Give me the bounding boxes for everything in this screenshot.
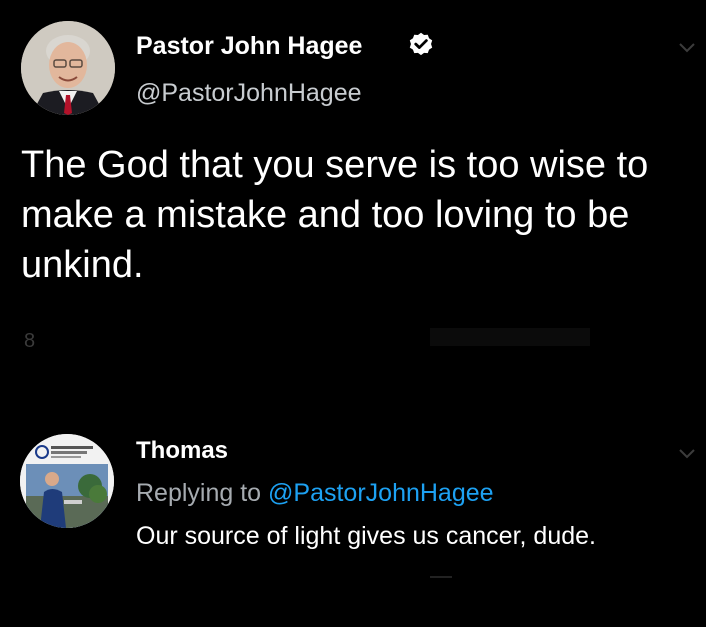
- faded-stat-bar: [430, 328, 590, 346]
- faded-divider: [430, 576, 452, 578]
- author-display-name[interactable]: Pastor John Hagee: [136, 32, 362, 61]
- replying-to-mention[interactable]: @PastorJohnHagee: [268, 479, 494, 507]
- author-handle[interactable]: @PastorJohnHagee: [136, 79, 362, 108]
- reply-author-display-name[interactable]: Thomas: [136, 437, 228, 465]
- faded-stat: 8: [24, 330, 36, 352]
- verified-badge-icon: [409, 32, 433, 56]
- tweet-text: The God that you serve is too wise to ma…: [21, 144, 649, 286]
- reply-avatar[interactable]: [20, 434, 114, 528]
- pastor-avatar-image: [21, 21, 115, 115]
- reply-avatar-image: [20, 434, 114, 528]
- main-tweet[interactable]: Pastor John Hagee @PastorJohnHagee The G…: [0, 0, 706, 400]
- chevron-down-icon[interactable]: [678, 448, 696, 460]
- replying-to-line: Replying to @PastorJohnHagee: [136, 479, 494, 508]
- pastor-avatar[interactable]: [21, 21, 115, 115]
- chevron-down-icon[interactable]: [678, 42, 696, 54]
- replying-to-label: Replying to: [136, 479, 269, 507]
- reply-text: Our source of light gives us cancer, dud…: [136, 522, 596, 550]
